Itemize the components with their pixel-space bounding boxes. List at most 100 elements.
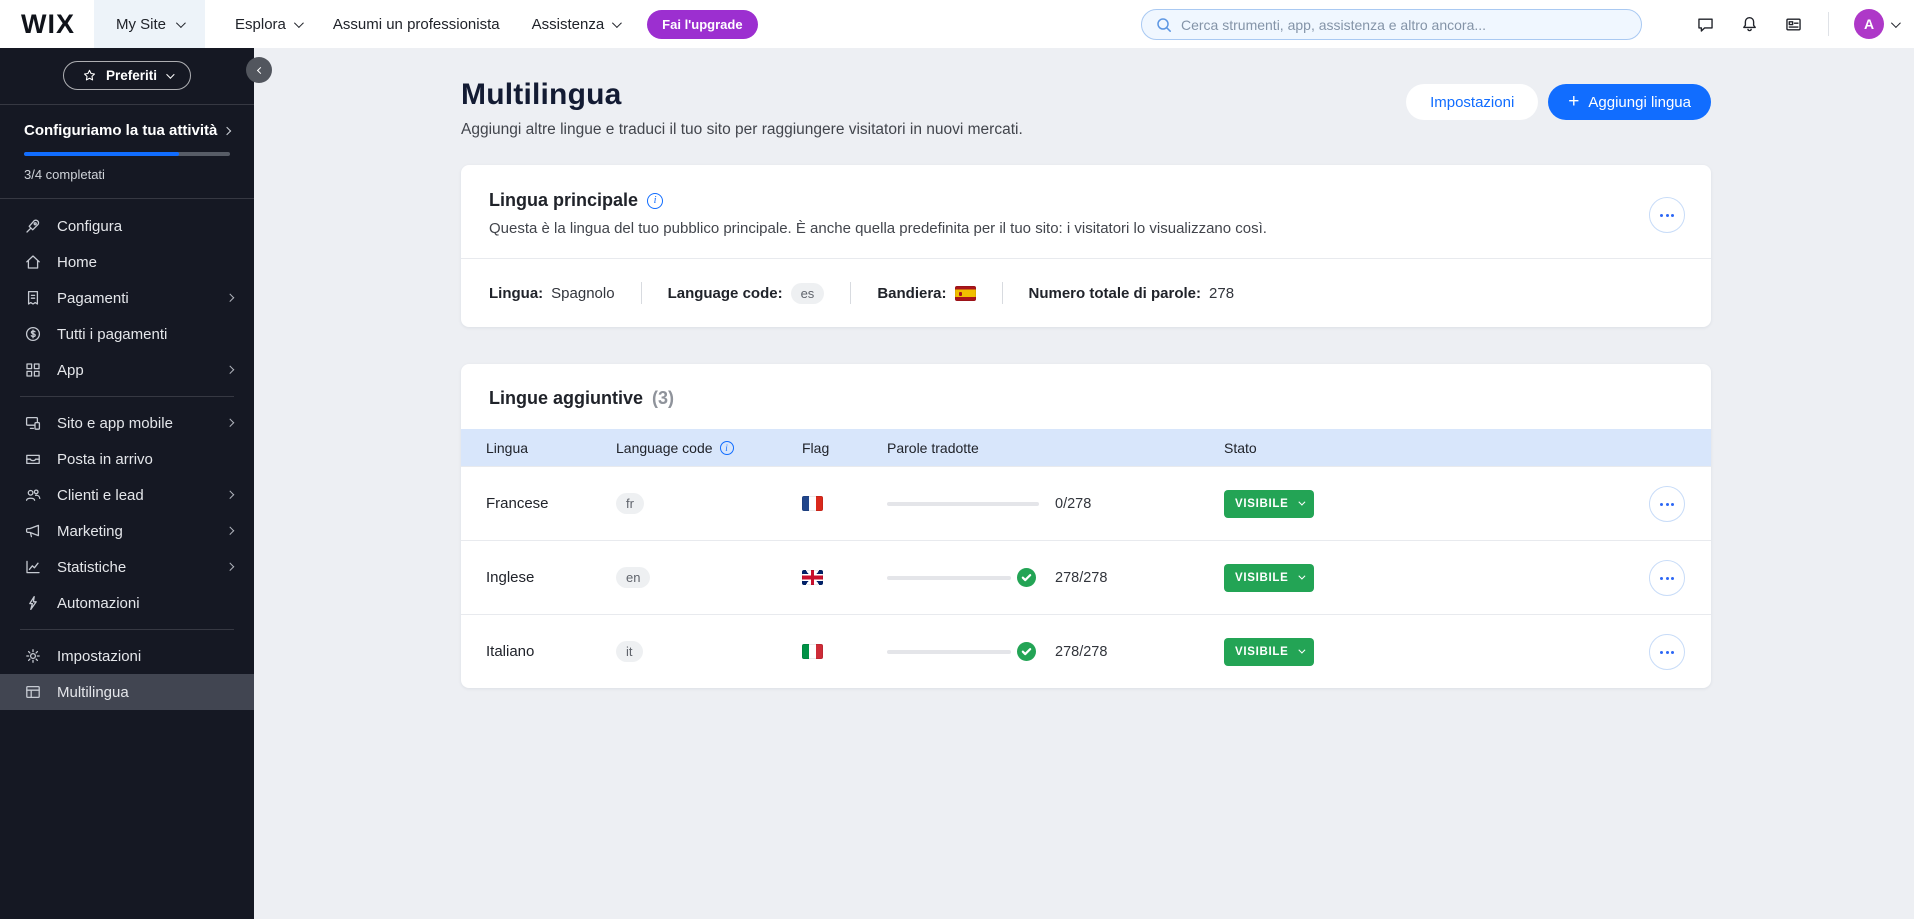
primary-language-details: Lingua: Spagnolo Language code: es Bandi… [461, 259, 1711, 327]
setup-title-row[interactable]: Configuriamo la tua attività [24, 122, 230, 139]
wix-logo: WIX [21, 9, 75, 40]
sidebar-item-multilingua[interactable]: Multilingua [0, 674, 254, 710]
sidebar-item-label: App [57, 362, 84, 379]
nav-label: Assistenza [532, 16, 605, 33]
sidebar-item-label: Home [57, 254, 97, 271]
rocket-icon [24, 217, 42, 235]
invoice-icon [24, 289, 42, 307]
row-more-button[interactable] [1649, 560, 1685, 596]
word-count-label: Numero totale di parole: [1029, 285, 1202, 302]
status-dropdown[interactable]: VISIBILE [1224, 638, 1314, 666]
favorites-button[interactable]: Preferiti [63, 61, 191, 90]
nav-esplora[interactable]: Esplora [235, 16, 301, 33]
notifications-bell-icon[interactable] [1740, 15, 1759, 34]
page-actions: Impostazioni + Aggiungi lingua [1406, 84, 1711, 120]
sidebar-item-label: Automazioni [57, 595, 140, 612]
setup-progress-track [24, 152, 230, 156]
sidebar-item-label: Posta in arrivo [57, 451, 153, 468]
setup-progress-section: Configuriamo la tua attività 3/4 complet… [0, 105, 254, 199]
account-menu[interactable]: A [1854, 9, 1898, 39]
sidebar-item-configura[interactable]: Configura [0, 208, 254, 244]
sidebar-item-label: Configura [57, 218, 122, 235]
status-label: VISIBILE [1235, 498, 1289, 510]
language-code-badge: en [616, 567, 650, 588]
nav-assumi-professionista[interactable]: Assumi un professionista [333, 16, 500, 33]
upgrade-button[interactable]: Fai l'upgrade [647, 10, 757, 39]
chart-icon [24, 558, 42, 576]
my-site-menu[interactable]: My Site [94, 0, 205, 48]
page-title: Multilingua [461, 78, 1023, 112]
sidebar-item-marketing[interactable]: Marketing [0, 513, 254, 549]
primary-language-card: Lingua principale Questa è la lingua del… [461, 165, 1711, 327]
info-icon[interactable] [647, 193, 663, 209]
row-more-button[interactable] [1649, 634, 1685, 670]
chevron-right-icon [225, 366, 233, 374]
sidebar-item-label: Clienti e lead [57, 487, 144, 504]
primary-card-title: Lingua principale [489, 190, 638, 211]
flag-italy [802, 644, 823, 659]
top-bar: WIX My Site Esplora Assumi un profession… [0, 0, 1914, 48]
favorites-row: Preferiti [0, 48, 254, 105]
search-icon [1156, 17, 1172, 33]
sidebar-item-app[interactable]: App [0, 352, 254, 388]
dollar-circle-icon [24, 325, 42, 343]
sidebar-item-clienti-e-lead[interactable]: Clienti e lead [0, 477, 254, 513]
nav-label: Assumi un professionista [333, 16, 500, 33]
plus-icon: + [1568, 92, 1579, 111]
complete-check-icon [1017, 642, 1036, 661]
status-label: VISIBILE [1235, 572, 1289, 584]
chevron-down-icon [1891, 18, 1901, 28]
nav-label: Esplora [235, 16, 286, 33]
setup-progress-label: 3/4 completati [24, 167, 230, 182]
chevron-down-icon [294, 18, 304, 28]
sidebar-item-home[interactable]: Home [0, 244, 254, 280]
info-icon[interactable] [720, 441, 734, 455]
status-dropdown[interactable]: VISIBILE [1224, 564, 1314, 592]
site-feed-icon[interactable] [1784, 15, 1803, 34]
divider [1002, 282, 1003, 304]
col-parole-tradotte: Parole tradotte [887, 440, 1224, 456]
sidebar-item-automazioni[interactable]: Automazioni [0, 585, 254, 621]
sidebar-item-label: Tutti i pagamenti [57, 326, 167, 343]
sidebar-item-label: Statistiche [57, 559, 126, 576]
sidebar-item-pagamenti[interactable]: Pagamenti [0, 280, 254, 316]
language-name: Francese [486, 495, 616, 512]
my-site-label: My Site [116, 16, 166, 33]
chevron-right-icon [225, 563, 233, 571]
sidebar-item-posta-in-arrivo[interactable]: Posta in arrivo [0, 441, 254, 477]
sidebar-menu: Configura Home Pagamenti Tutti i pagamen… [0, 199, 254, 710]
sidebar-item-statistiche[interactable]: Statistiche [0, 549, 254, 585]
additional-card-title: Lingue aggiuntive [489, 388, 643, 409]
col-lingua: Lingua [486, 440, 616, 456]
nav-assistenza[interactable]: Assistenza [532, 16, 620, 33]
divider [1828, 12, 1829, 36]
sidebar-item-tutti-i-pagamenti[interactable]: Tutti i pagamenti [0, 316, 254, 352]
flag-uk [802, 570, 823, 585]
primary-card-more-button[interactable] [1649, 197, 1685, 233]
sidebar-collapse-button[interactable] [246, 57, 272, 83]
settings-button[interactable]: Impostazioni [1406, 84, 1538, 120]
language-code-badge: fr [616, 493, 644, 514]
global-search[interactable] [1141, 9, 1642, 40]
translation-progress-track [887, 650, 1011, 654]
chat-icon[interactable] [1696, 15, 1715, 34]
additional-languages-card: Lingue aggiuntive (3) Lingua Language co… [461, 364, 1711, 688]
chevron-right-icon [225, 294, 233, 302]
page-subtitle: Aggiungi altre lingue e traduci il tuo s… [461, 121, 1023, 139]
add-language-button[interactable]: + Aggiungi lingua [1548, 84, 1711, 120]
sidebar-item-label: Marketing [57, 523, 123, 540]
language-count: (3) [652, 388, 674, 409]
sidebar-item-impostazioni[interactable]: Impostazioni [0, 638, 254, 674]
status-dropdown[interactable]: VISIBILE [1224, 490, 1314, 518]
chevron-down-icon [176, 18, 186, 28]
sidebar-item-sito-e-app-mobile[interactable]: Sito e app mobile [0, 405, 254, 441]
word-count-value: 278 [1209, 285, 1234, 302]
row-more-button[interactable] [1649, 486, 1685, 522]
translation-progress-track [887, 502, 1039, 506]
search-input[interactable] [1181, 17, 1627, 33]
topbar-actions: A [1696, 0, 1898, 48]
home-icon [24, 253, 42, 271]
language-code-badge: it [616, 641, 643, 662]
setup-progress-fill [24, 152, 179, 156]
sidebar-item-label: Multilingua [57, 684, 129, 701]
